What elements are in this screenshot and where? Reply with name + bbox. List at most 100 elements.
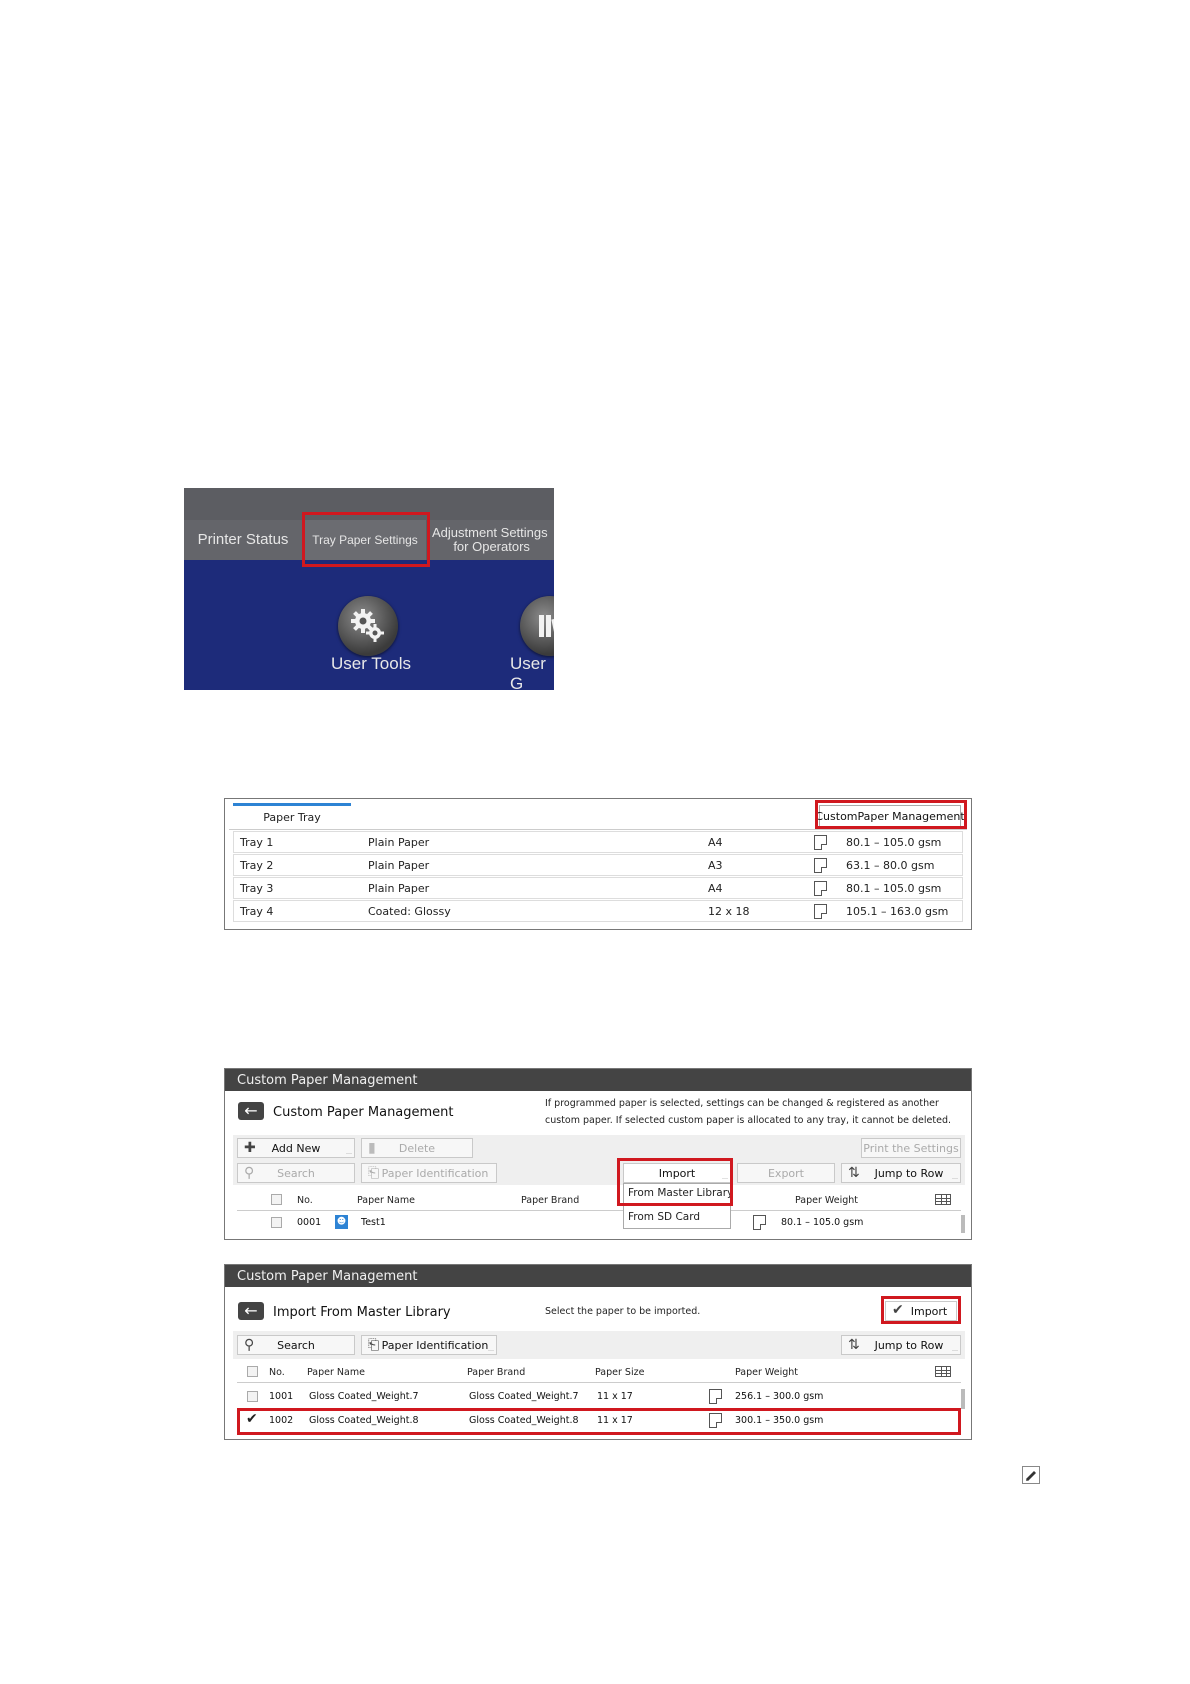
more-indicator-icon: … (952, 1346, 958, 1353)
table-row[interactable]: Tray 4 Coated: Glossy 12 x 18 105.1 – 16… (233, 900, 963, 922)
home-screen: Printer Status Tray Paper Settings Adjus… (184, 488, 554, 690)
highlight-import-from-master-library (617, 1158, 733, 1206)
paper-identification-button[interactable]: ⎗ Paper Identification … (361, 1335, 497, 1355)
add-new-button[interactable]: ✚ Add New … (237, 1138, 355, 1158)
paper-type: Plain Paper (368, 859, 430, 872)
jump-to-row-button[interactable]: ⇅ Jump to Row … (841, 1335, 961, 1355)
print-settings-button[interactable]: Print the Settings (861, 1138, 961, 1158)
table-row[interactable]: Tray 3 Plain Paper A4 80.1 – 105.0 gsm (233, 877, 963, 899)
scrollbar[interactable] (961, 1389, 965, 1409)
paper-sheet-icon (709, 1389, 722, 1404)
paper-type: Plain Paper (368, 836, 430, 849)
paper-tray-panel: Paper Tray CustomPaper Management Tray 1… (224, 798, 972, 930)
back-button[interactable]: ← (238, 1102, 264, 1120)
row-checkbox[interactable] (271, 1217, 282, 1228)
search-button[interactable]: ⚲ Search (237, 1163, 355, 1183)
column-paper-weight: Paper Weight (795, 1195, 859, 1206)
tab-printer-status[interactable]: Printer Status (184, 520, 302, 560)
highlight-selected-row (237, 1408, 961, 1435)
user-tools-label: User Tools (331, 654, 411, 673)
column-paper-weight: Paper Weight (735, 1367, 799, 1378)
jump-to-row-label: Jump to Row (874, 1338, 944, 1352)
search-button[interactable]: ⚲ Search (237, 1335, 355, 1355)
jump-to-row-button[interactable]: ⇅ Jump to Row … (841, 1163, 961, 1183)
custom-paper-management-panel: Custom Paper Management ← Custom Paper M… (224, 1068, 972, 1240)
paper-type: Coated: Glossy (368, 905, 451, 918)
export-button[interactable]: Export (737, 1163, 835, 1183)
back-button[interactable]: ← (238, 1302, 264, 1320)
row-paper-brand: Gloss Coated_Weight.7 (469, 1391, 579, 1402)
highlight-tray-paper-settings (302, 512, 430, 567)
column-no: No. (269, 1367, 285, 1378)
table-row[interactable]: 0001 ☻ Test1 80.1 – 105.0 gsm (237, 1213, 961, 1235)
highlight-custom-paper-management (815, 800, 967, 829)
row-no: 0001 (297, 1217, 322, 1228)
table-row[interactable]: Tray 2 Plain Paper A3 63.1 – 80.0 gsm (233, 854, 963, 876)
scrollbar[interactable] (961, 1215, 965, 1233)
delete-label: Delete (398, 1141, 436, 1155)
menu-item-from-sd-card[interactable]: From SD Card (628, 1211, 700, 1223)
arrow-left-icon: ← (244, 1301, 258, 1320)
paper-sheet-icon (753, 1215, 766, 1230)
paper-sheet-icon (814, 881, 827, 896)
paper-identification-icon: ⎗ (368, 1337, 380, 1353)
info-note-line-2: custom paper. If selected custom paper i… (545, 1115, 951, 1126)
select-all-checkbox[interactable] (271, 1194, 282, 1205)
user-tools-button[interactable] (338, 596, 398, 656)
paper-identification-label: Paper Identification (381, 1166, 489, 1180)
trash-icon: ▮ (368, 1140, 376, 1156)
paper-weight: 63.1 – 80.0 gsm (846, 859, 935, 872)
plus-icon: ✚ (244, 1140, 256, 1156)
pencil-icon (1026, 1471, 1036, 1481)
export-label: Export (767, 1166, 804, 1180)
row-paper-size: 11 x 17 (597, 1391, 633, 1402)
tab-adjustment-settings[interactable]: Adjustment Settings for Operators (428, 520, 554, 560)
row-paper-name: Test1 (361, 1217, 386, 1228)
row-checkbox[interactable] (247, 1391, 258, 1402)
column-paper-size: Paper Size (595, 1367, 645, 1378)
table-header: No. Paper Name Paper Brand Paper Size Pa… (237, 1363, 961, 1383)
user-guide-label: User G (510, 654, 546, 690)
user-icon: ☻ (335, 1215, 348, 1229)
page-title: Import From Master Library (273, 1305, 451, 1320)
tray-name: Tray 3 (240, 882, 274, 895)
column-settings-icon[interactable] (935, 1194, 951, 1205)
select-all-checkbox[interactable] (247, 1366, 258, 1377)
row-paper-name: Gloss Coated_Weight.7 (309, 1391, 419, 1402)
book-icon (539, 615, 554, 638)
sort-arrows-icon: ⇅ (848, 1165, 860, 1181)
tray-name: Tray 2 (240, 859, 274, 872)
delete-button[interactable]: ▮ Delete (361, 1138, 473, 1158)
jump-to-row-label: Jump to Row (874, 1166, 944, 1180)
paper-size: A4 (708, 882, 723, 895)
table-row[interactable]: Tray 1 Plain Paper A4 80.1 – 105.0 gsm (233, 831, 963, 853)
pencil-note-icon (1022, 1466, 1040, 1484)
paper-weight: 80.1 – 105.0 gsm (846, 882, 942, 895)
add-new-label: Add New (271, 1141, 321, 1155)
column-paper-name: Paper Name (307, 1367, 365, 1378)
table-header: No. Paper Name Paper Brand Paper Weight (237, 1191, 961, 1211)
search-label: Search (277, 1166, 315, 1180)
info-note-line-1: If programmed paper is selected, setting… (545, 1098, 939, 1109)
user-guide-button[interactable] (520, 596, 554, 656)
page-title: Custom Paper Management (273, 1105, 454, 1120)
tray-name: Tray 4 (240, 905, 274, 918)
table-row[interactable]: 1001 Gloss Coated_Weight.7 Gloss Coated_… (237, 1387, 961, 1409)
search-icon: ⚲ (244, 1337, 255, 1353)
paper-size: A3 (708, 859, 723, 872)
row-paper-weight: 80.1 – 105.0 gsm (781, 1217, 864, 1228)
column-paper-brand: Paper Brand (521, 1195, 580, 1206)
sort-arrows-icon: ⇅ (848, 1337, 860, 1353)
column-settings-icon[interactable] (935, 1366, 951, 1377)
paper-sheet-icon (814, 858, 827, 873)
paper-weight: 80.1 – 105.0 gsm (846, 836, 942, 849)
tab-paper-tray[interactable]: Paper Tray (233, 803, 351, 829)
paper-size: 12 x 18 (708, 905, 750, 918)
import-master-library-panel: Custom Paper Management ← Import From Ma… (224, 1264, 972, 1440)
paper-weight: 105.1 – 163.0 gsm (846, 905, 949, 918)
tab-divider (229, 829, 967, 830)
search-icon: ⚲ (244, 1165, 255, 1181)
info-note: Select the paper to be imported. (545, 1306, 701, 1317)
column-paper-brand: Paper Brand (467, 1367, 526, 1378)
paper-identification-button[interactable]: ⎗ Paper Identification (361, 1163, 497, 1183)
